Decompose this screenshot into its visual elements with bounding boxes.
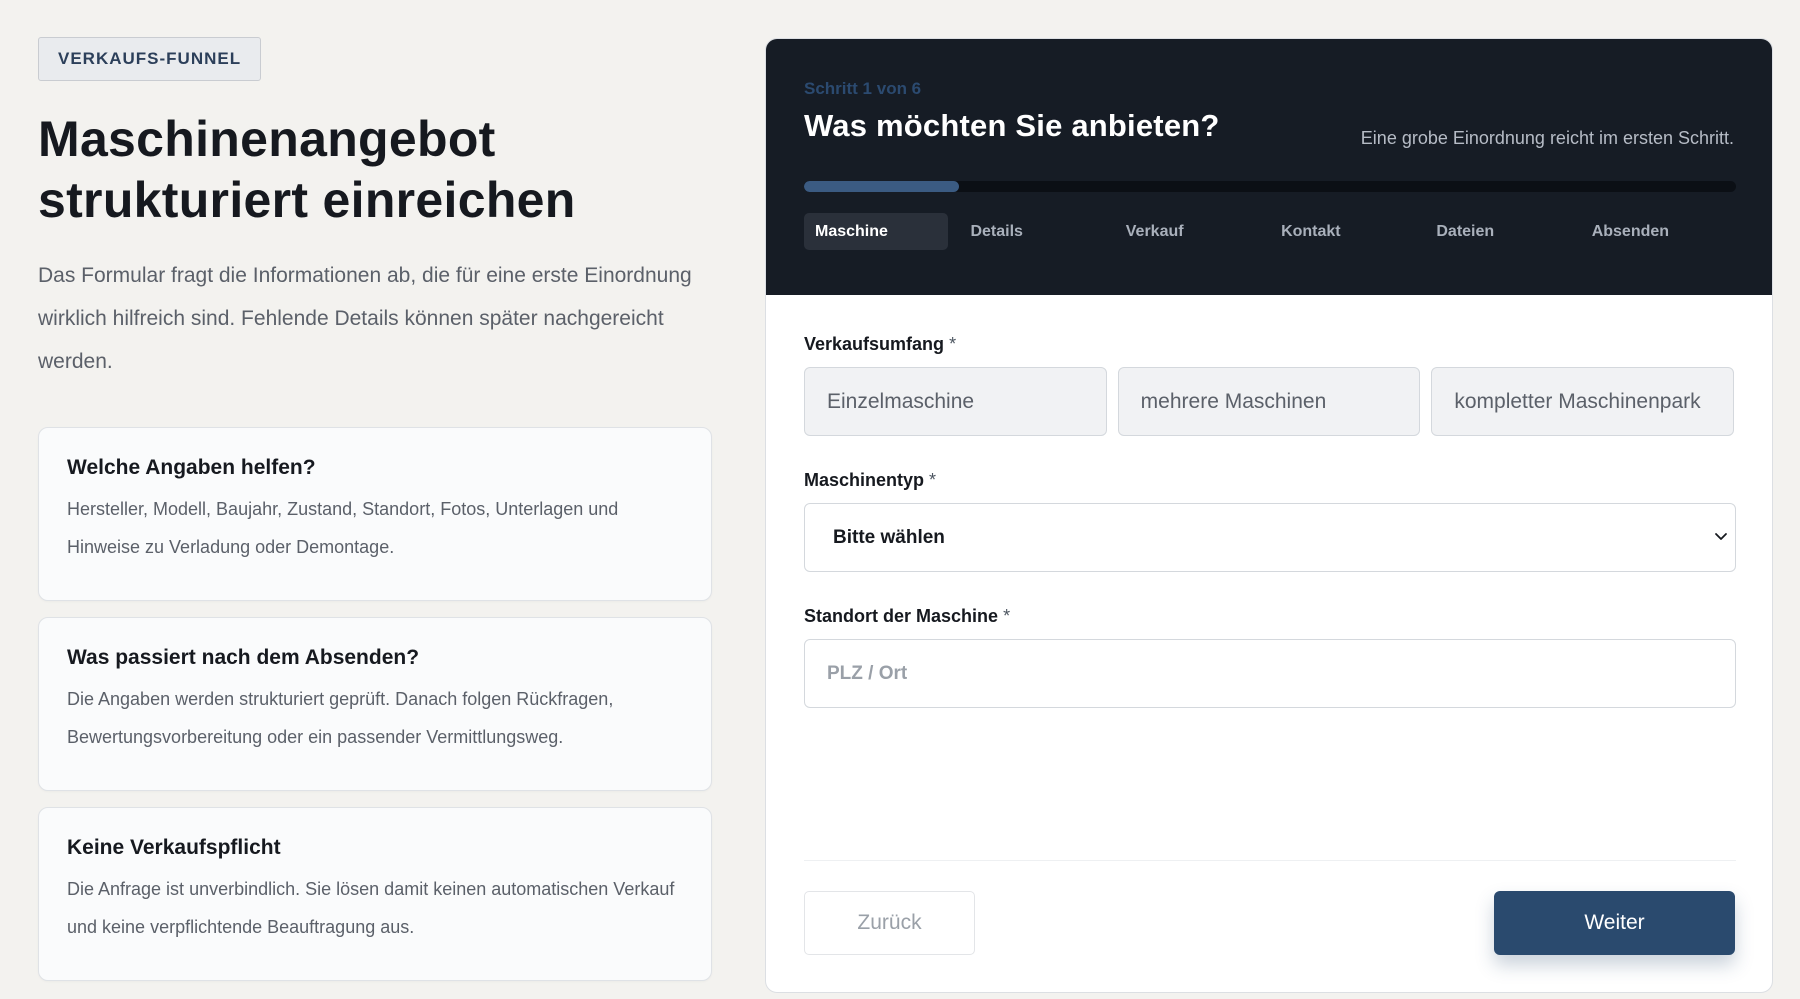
form-panel: Schritt 1 von 6 Was möchten Sie anbieten… [765,38,1773,993]
intro-column: VERKAUFS-FUNNEL Maschinenangebot struktu… [38,37,712,383]
machine-type-value: Bitte wählen [833,527,945,548]
step-tabs: Maschine Details Verkauf Kontakt Dateien… [804,213,1736,250]
info-card-verkaufspflicht: Keine Verkaufspflicht Die Anfrage ist un… [38,807,712,981]
required-mark: * [949,334,957,354]
title-line-2: strukturiert einreichen [38,172,576,228]
info-card-title: Was passiert nach dem Absenden? [67,646,420,669]
step-tab-absenden[interactable]: Absenden [1581,213,1736,250]
form-header: Schritt 1 von 6 Was möchten Sie anbieten… [766,39,1772,295]
step-hint: Eine grobe Einordnung reicht im ersten S… [1360,128,1734,148]
required-mark: * [1003,606,1011,626]
location-label-text: Standort der Maschine [804,606,999,626]
info-card-angaben: Welche Angaben helfen? Hersteller, Model… [38,427,712,601]
funnel-badge: VERKAUFS-FUNNEL [38,37,262,81]
progress-bar [804,181,1736,192]
step-tab-dateien[interactable]: Dateien [1425,213,1580,250]
scope-label-text: Verkaufsumfang [804,334,945,354]
scope-option-mehrere[interactable]: mehrere Maschinen [1117,367,1421,436]
info-card-title: Keine Verkaufspflicht [67,836,281,859]
page: VERKAUFS-FUNNEL Maschinenangebot struktu… [0,0,1800,999]
step-tab-kontakt[interactable]: Kontakt [1270,213,1425,250]
scope-option-maschinenpark[interactable]: kompletter Maschinenpark [1431,367,1735,436]
scope-option-einzelmaschine[interactable]: Einzelmaschine [804,367,1107,436]
required-mark: * [929,470,937,490]
next-button[interactable]: Weiter [1494,891,1735,955]
type-label: Maschinentyp * [804,470,1734,491]
scope-options: Einzelmaschine mehrere Maschinen komplet… [804,367,1735,436]
title-line-1: Maschinenangebot [38,111,496,167]
machine-type-select[interactable]: Bitte wählen [804,503,1736,572]
info-card-absenden: Was passiert nach dem Absenden? Die Anga… [38,617,712,791]
form-body: Verkaufsumfang * Einzelmaschine mehrere … [766,295,1772,992]
back-button[interactable]: Zurück [804,891,975,955]
progress-fill [804,181,960,192]
step-tab-maschine[interactable]: Maschine [804,213,949,250]
step-tab-details[interactable]: Details [959,213,1114,250]
info-card-text: Die Anfrage ist unverbindlich. Sie lösen… [67,879,675,937]
info-card-title: Welche Angaben helfen? [67,456,316,479]
step-tab-verkauf[interactable]: Verkauf [1115,213,1270,250]
step-counter: Schritt 1 von 6 [804,79,922,98]
info-card-text: Hersteller, Modell, Baujahr, Zustand, St… [67,499,619,557]
page-title: Maschinenangebot strukturiert einreichen [38,109,712,231]
chevron-down-icon [1715,533,1727,540]
location-label: Standort der Maschine * [804,606,1734,627]
type-label-text: Maschinentyp [804,470,925,490]
info-card-text: Die Angaben werden strukturiert geprüft.… [67,689,614,747]
location-input[interactable] [804,639,1736,708]
divider [804,860,1736,861]
scope-label: Verkaufsumfang * [804,334,1734,355]
intro-text: Das Formular fragt die Informationen ab,… [38,264,692,373]
